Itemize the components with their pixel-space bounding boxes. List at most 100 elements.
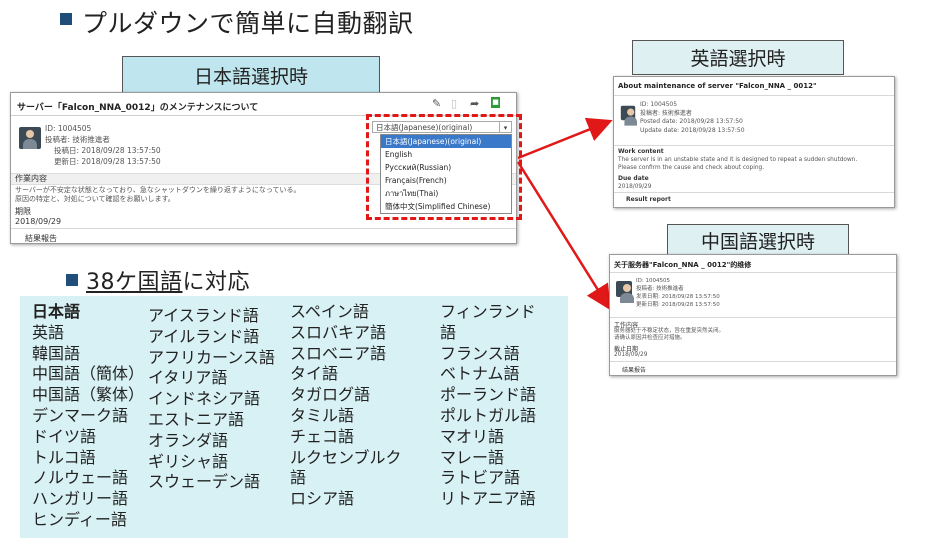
english-screenshot: About maintenance of server "Falcon_NNA … xyxy=(613,76,895,208)
language-item: スウェーデン語 xyxy=(148,472,261,492)
language-item: スロバキア語 xyxy=(290,322,387,342)
result-heading: 結果報告 xyxy=(25,234,57,243)
language-column-1: 日本語 英語 韓国語 中国語（簡体） 中国語（繁体） デンマーク語 ドイツ語 ト… xyxy=(32,302,144,531)
post-date: 投稿日: 2018/09/28 13:57:50 xyxy=(54,146,161,155)
bookmark-icon[interactable]: ■ xyxy=(491,97,500,108)
language-item: 中国語（繁体） xyxy=(32,385,145,405)
work-body: サーバーが不安定な状態となっており、急なシャットダウンを繰り返すようになっている… xyxy=(15,186,301,204)
language-item: アフリカーンス語 xyxy=(148,347,275,367)
en-updated: Update date: 2018/09/28 13:57:50 xyxy=(640,126,745,134)
avatar xyxy=(616,281,634,303)
cn-title: 关于服务器"Falcon_NNA _ 0012"的维修 xyxy=(614,261,752,269)
work-line-1: サーバーが不安定な状態となっており、急なシャットダウンを繰り返すようになっている… xyxy=(15,186,301,194)
post-author: 投稿者: 技術推進者 xyxy=(45,135,110,144)
language-item: アイスランド語 xyxy=(148,306,259,325)
arrow-to-chinese xyxy=(516,161,611,311)
sub-heading: 38ケ国語に対応 xyxy=(86,264,250,296)
language-item: 語 xyxy=(290,468,307,488)
language-item: ロシア語 xyxy=(290,489,355,509)
language-item: 中国語（簡体） xyxy=(32,364,145,384)
language-item: マレー語 xyxy=(440,447,505,467)
work-heading: 作業内容 xyxy=(15,174,47,183)
language-item: スロベニア語 xyxy=(290,343,387,363)
subheading-bullet xyxy=(66,274,78,286)
language-item: イタリア語 xyxy=(148,368,228,388)
language-item: フランス語 xyxy=(440,343,520,363)
update-date: 更新日: 2018/09/28 13:57:50 xyxy=(54,157,161,166)
language-item: スペイン語 xyxy=(290,302,369,321)
en-posted: Posted date: 2018/09/28 13:57:50 xyxy=(640,118,743,125)
en-due-value: 2018/09/29 xyxy=(618,184,652,190)
label-chinese: 中国語選択時 xyxy=(667,224,849,257)
work-line-2: 原因の特定と、対処について確認をお願いします。 xyxy=(15,195,175,203)
language-item: ルクセンブルク xyxy=(290,447,402,467)
trash-icon[interactable]: ▯ xyxy=(451,97,457,110)
cn-title-divider xyxy=(610,272,896,273)
en-title-divider xyxy=(614,95,894,96)
cn-work-line-2: 请确认原因并检查应对措施。 xyxy=(614,335,686,341)
label-english: 英語選択時 xyxy=(632,40,844,75)
language-item: アイルランド語 xyxy=(148,326,260,346)
label-japanese: 日本語選択時 xyxy=(122,56,380,94)
en-work-line-2: Please confirm the cause and check about… xyxy=(618,165,765,171)
sub-heading-rest: に対応 xyxy=(182,270,251,295)
cn-work-line-1: 服务器处于不稳定状态，旨在重复突然关闭。 xyxy=(614,328,725,334)
language-item: 英語 xyxy=(32,322,65,342)
en-due-heading: Due date xyxy=(618,175,649,182)
language-item: 韓国語 xyxy=(32,343,81,363)
page-heading: プルダウンで簡単に自動翻訳 xyxy=(82,9,414,38)
post-title: サーバー「Falcon_NNA_0012」のメンテナンスについて xyxy=(17,103,259,113)
dropdown-highlight xyxy=(366,114,522,220)
cn-due-value: 2018/09/29 xyxy=(614,352,648,358)
arrow-to-english xyxy=(517,117,613,160)
en-work-line-1: The server is in an unstable state and i… xyxy=(618,157,858,163)
language-item: インドネシア語 xyxy=(148,389,261,409)
avatar xyxy=(620,105,638,126)
cn-posted: 发表日期: 2018/09/28 13:57:50 xyxy=(636,294,720,300)
en-work-body: The server is in an unstable state and i… xyxy=(618,156,857,172)
language-item: ハンガリー語 xyxy=(32,489,129,509)
share-icon[interactable]: ➦ xyxy=(470,97,479,110)
language-item: ポーランド語 xyxy=(440,385,537,405)
en-meta: ID: 1004505 投稿者: 技術推進者 Posted date: 2018… xyxy=(640,101,745,135)
post-id: ID: 1004505 xyxy=(45,124,92,133)
avatar xyxy=(19,127,41,149)
language-item: ドイツ語 xyxy=(32,426,97,446)
language-item: デンマーク語 xyxy=(32,405,129,425)
cn-work-body: 服务器处于不稳定状态，旨在重复突然关闭。 请确认原因并检查应对措施。 xyxy=(614,328,724,342)
edit-icon[interactable]: ✎ xyxy=(432,97,441,110)
language-item: エストニア語 xyxy=(148,409,245,429)
meta-block: ID: 1004505 投稿者: 技術推進者 投稿日: 2018/09/28 1… xyxy=(45,123,161,167)
cn-meta: ID: 1004505 投稿者: 技術推進者 发表日期: 2018/09/28 … xyxy=(636,277,720,309)
language-item: ポルトガル語 xyxy=(440,405,537,425)
chinese-screenshot: 关于服务器"Falcon_NNA _ 0012"的维修 ID: 1004505 … xyxy=(609,254,897,376)
language-item: タガログ語 xyxy=(290,385,371,405)
language-column-2: アイスランド語 アイルランド語 アフリカーンス語 イタリア語 インドネシア語 エ… xyxy=(148,306,275,493)
language-column-4: フィンランド 語 フランス語 ベトナム語 ポーランド語 ポルトガル語 マオリ語 … xyxy=(440,302,536,510)
en-id: ID: 1004505 xyxy=(640,101,678,108)
en-work-heading: Work content xyxy=(618,148,664,155)
language-column-3: スペイン語 スロバキア語 スロベニア語 タイ語 タガログ語 タミル語 チェコ語 … xyxy=(290,302,402,510)
cn-divider-1 xyxy=(610,317,896,318)
result-divider xyxy=(11,228,516,229)
heading-bullet xyxy=(60,13,72,25)
language-item: ヒンディー語 xyxy=(32,509,127,529)
en-divider-2 xyxy=(614,192,894,193)
en-result-heading: Result report xyxy=(626,196,671,203)
language-item: ノルウェー語 xyxy=(32,468,129,488)
language-item: フィンランド xyxy=(440,302,536,321)
language-item: チェコ語 xyxy=(290,426,355,446)
language-item: ラトビア語 xyxy=(440,468,521,488)
language-item: リトアニア語 xyxy=(440,489,536,509)
language-item: オランダ語 xyxy=(148,430,229,450)
due-heading: 期限 xyxy=(15,207,31,216)
cn-id: ID: 1004505 xyxy=(636,278,670,284)
language-item: 日本語 xyxy=(32,302,81,321)
language-item: ベトナム語 xyxy=(440,364,520,384)
language-item: トルコ語 xyxy=(32,447,96,467)
en-title: About maintenance of server "Falcon_NNA … xyxy=(618,82,817,90)
en-divider-1 xyxy=(614,145,894,146)
language-item: ギリシャ語 xyxy=(148,451,229,471)
language-item: 語 xyxy=(440,322,457,342)
cn-divider-2 xyxy=(610,361,896,362)
